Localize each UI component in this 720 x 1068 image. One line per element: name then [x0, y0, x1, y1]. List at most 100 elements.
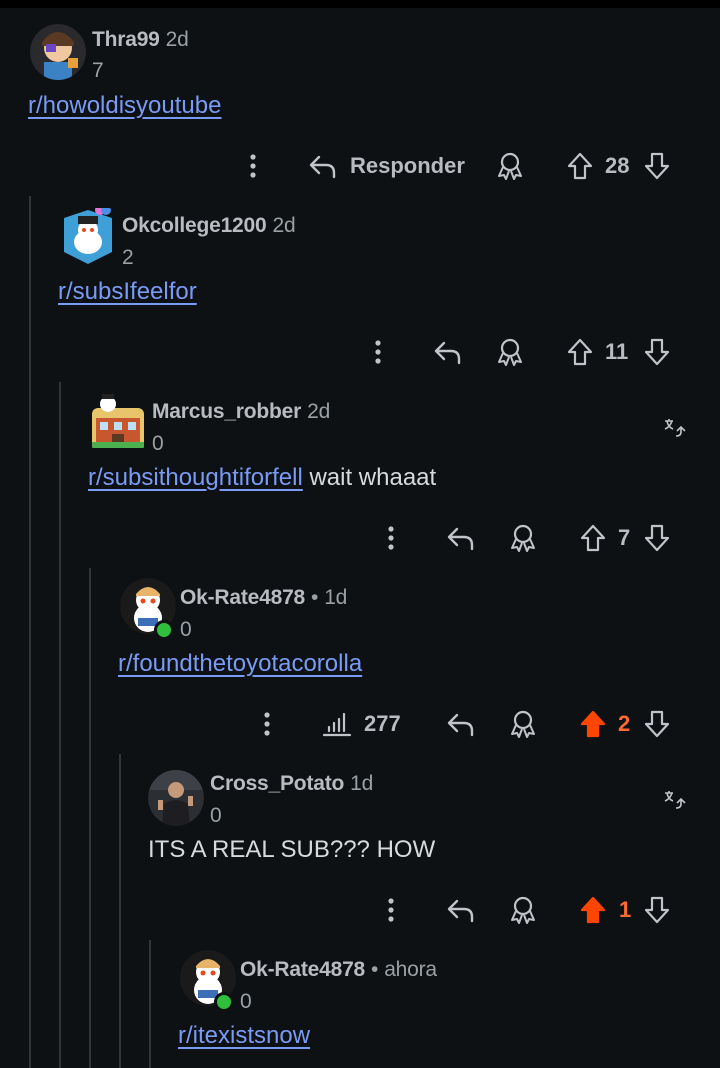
comment-author[interactable]: Ok-Rate4878 • ahora: [240, 958, 437, 982]
reply-button[interactable]: [446, 704, 476, 744]
reply-button[interactable]: [433, 332, 463, 372]
comment-time: ahora: [384, 958, 437, 981]
author-name[interactable]: Thra99: [92, 28, 160, 51]
avatar-image: [64, 208, 112, 264]
award-button[interactable]: [509, 518, 537, 558]
comment-time: 2d: [307, 400, 331, 423]
downvote-button[interactable]: [643, 146, 671, 186]
downvote-button[interactable]: [643, 704, 671, 744]
comment-score: 7: [92, 59, 104, 82]
reply-button[interactable]: [446, 890, 476, 930]
author-name[interactable]: Ok-Rate4878: [180, 586, 305, 609]
comment-actions: 7: [0, 518, 720, 558]
comment-author[interactable]: Ok-Rate4878 • 1d: [180, 586, 347, 610]
comment-time: 1d: [324, 586, 348, 609]
more-vertical-icon: [375, 340, 381, 364]
translate-icon[interactable]: [663, 790, 687, 814]
vote-count: 1: [619, 897, 632, 922]
award-button[interactable]: [496, 332, 524, 372]
author-name[interactable]: Cross_Potato: [210, 772, 344, 795]
author-name[interactable]: Ok-Rate4878: [240, 958, 365, 981]
separator-dot: •: [311, 586, 319, 609]
downvote-button[interactable]: [643, 518, 671, 558]
upvote-button[interactable]: [579, 890, 607, 930]
comment-author[interactable]: Cross_Potato 1d: [210, 772, 373, 796]
more-button[interactable]: [368, 332, 388, 372]
author-name[interactable]: Okcollege1200: [122, 214, 267, 237]
comment-body: r/foundthetoyotacorolla: [118, 650, 362, 678]
subreddit-link[interactable]: r/subsIfeelfor: [58, 278, 197, 305]
more-button[interactable]: [243, 146, 263, 186]
downvote-arrow-icon: [644, 338, 670, 366]
more-button[interactable]: [381, 518, 401, 558]
translate-icon[interactable]: [663, 418, 687, 442]
comment-body: ITS A REAL SUB??? HOW: [148, 836, 435, 864]
online-indicator: [154, 620, 174, 640]
comment-body: r/howoldisyoutube: [28, 92, 221, 120]
reply-arrow-icon: [447, 527, 474, 551]
upvote-button[interactable]: [566, 332, 594, 372]
comment-actions: 277 2: [0, 704, 720, 744]
avatar[interactable]: [90, 394, 146, 450]
award-icon: [498, 152, 522, 180]
subreddit-link[interactable]: r/subsithoughtiforfell: [88, 464, 303, 491]
downvote-button[interactable]: [643, 332, 671, 372]
thread-line[interactable]: [149, 940, 151, 1068]
award-icon: [498, 338, 522, 366]
more-button[interactable]: [381, 890, 401, 930]
award-button[interactable]: [509, 890, 537, 930]
upvote-arrow-icon: [567, 338, 593, 366]
upvote-arrow-icon-active: [580, 710, 606, 738]
comment-body: r/itexistsnow: [178, 1022, 310, 1050]
downvote-arrow-icon: [644, 152, 670, 180]
downvote-button[interactable]: [643, 890, 671, 930]
comment-score: 0: [180, 618, 192, 641]
upvote-arrow-icon: [567, 152, 593, 180]
avatar[interactable]: [60, 208, 116, 264]
award-button[interactable]: [496, 146, 524, 186]
more-vertical-icon: [388, 898, 394, 922]
upvote-arrow-icon: [580, 524, 606, 552]
award-icon: [511, 524, 535, 552]
views-count: 277: [364, 711, 401, 736]
reply-arrow-icon: [309, 155, 336, 179]
avatar-image: [148, 770, 204, 826]
award-icon: [511, 896, 535, 924]
award-button[interactable]: [509, 704, 537, 744]
comment-author[interactable]: Marcus_robber 2d: [152, 400, 330, 424]
comment-score: 2: [122, 246, 134, 269]
comment-body: r/subsithoughtiforfell wait whaaat: [88, 464, 436, 492]
upvote-button[interactable]: [579, 518, 607, 558]
downvote-arrow-icon: [644, 896, 670, 924]
downvote-arrow-icon: [644, 710, 670, 738]
upvote-button[interactable]: [566, 146, 594, 186]
comment-text: wait whaaat: [309, 464, 437, 491]
views-button[interactable]: 277: [322, 704, 401, 744]
reply-label: Responder: [350, 153, 465, 178]
avatar-image: [30, 24, 86, 80]
subreddit-link[interactable]: r/foundthetoyotacorolla: [118, 650, 362, 677]
comment-author[interactable]: Thra99 2d: [92, 28, 189, 52]
author-name[interactable]: Marcus_robber: [152, 400, 301, 423]
reply-arrow-icon: [447, 713, 474, 737]
comment-actions: Responder 28: [0, 146, 720, 186]
thread-line[interactable]: [29, 196, 31, 1068]
thread-line[interactable]: [89, 568, 91, 1068]
upvote-arrow-icon-active: [580, 896, 606, 924]
upvote-button[interactable]: [579, 704, 607, 744]
comment-time: 1d: [350, 772, 374, 795]
reply-button[interactable]: Responder: [308, 146, 465, 186]
avatar[interactable]: [148, 770, 204, 826]
subreddit-link[interactable]: r/itexistsnow: [178, 1022, 310, 1049]
more-vertical-icon: [264, 712, 270, 736]
subreddit-link[interactable]: r/howoldisyoutube: [28, 92, 221, 119]
avatar[interactable]: [30, 24, 86, 80]
comment-score: 0: [240, 990, 252, 1013]
separator-dot: •: [371, 958, 379, 981]
comment-time: 2d: [272, 214, 296, 237]
comment-text: ITS A REAL SUB??? HOW: [148, 836, 436, 863]
more-button[interactable]: [257, 704, 277, 744]
comment-author[interactable]: Okcollege1200 2d: [122, 214, 296, 238]
comment-score: 0: [152, 432, 164, 455]
reply-button[interactable]: [446, 518, 476, 558]
